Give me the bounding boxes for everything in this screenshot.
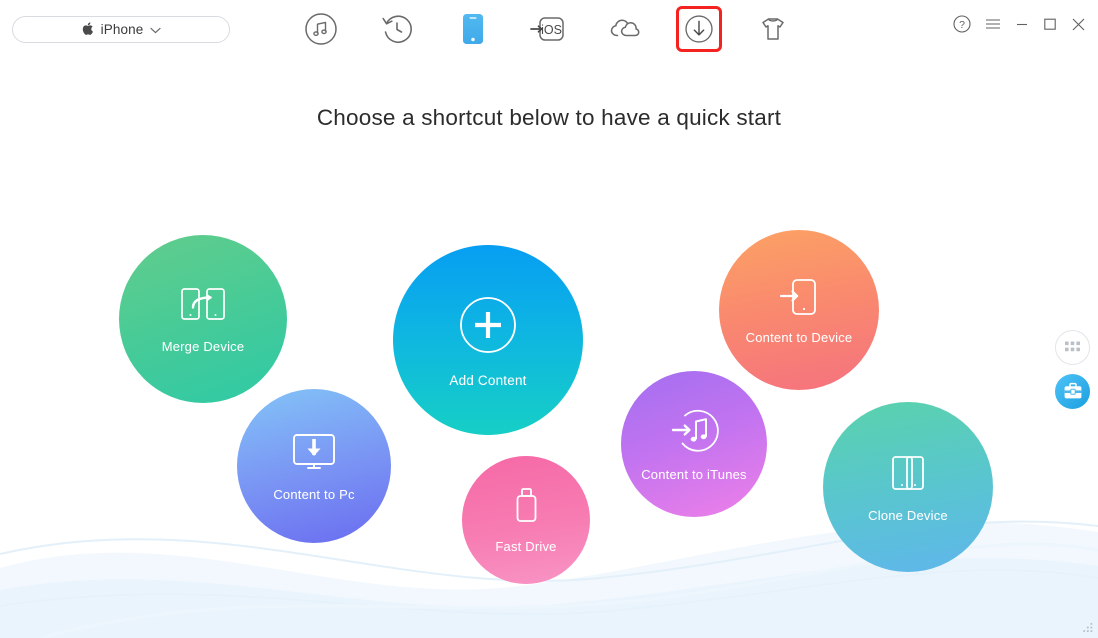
shortcut-content-to-device[interactable]: Content to Device xyxy=(719,230,879,390)
phone-device-icon xyxy=(463,14,483,44)
toolbar-item-music[interactable] xyxy=(296,4,346,54)
merge-device-icon xyxy=(178,284,228,333)
help-circle-icon: ? xyxy=(953,15,971,33)
toolbar-item-cloud[interactable] xyxy=(600,4,650,54)
hamburger-menu-icon xyxy=(986,19,1000,29)
content-to-itunes-icon xyxy=(668,406,720,461)
shortcut-content-to-itunes[interactable]: Content to iTunes xyxy=(621,371,767,517)
shortcut-content-to-pc[interactable]: Content to Pc xyxy=(237,389,391,543)
toolbar-item-toios[interactable]: iOS xyxy=(524,4,574,54)
main-toolbar: iOS xyxy=(296,4,798,54)
add-content-icon xyxy=(455,292,521,363)
apps-grid-button[interactable] xyxy=(1055,330,1090,365)
shortcut-label: Clone Device xyxy=(868,508,948,523)
toolbar-item-device[interactable] xyxy=(448,4,498,54)
toolbar-item-download[interactable] xyxy=(676,6,722,52)
tshirt-icon xyxy=(762,18,784,40)
maximize-button[interactable] xyxy=(1043,17,1057,31)
cloud-icon xyxy=(610,19,640,37)
window-header: iPhone iOS ? xyxy=(0,0,1098,58)
svg-text:iOS: iOS xyxy=(541,23,562,37)
history-clock-icon xyxy=(382,15,412,43)
minimize-icon xyxy=(1017,23,1027,26)
shortcut-label: Add Content xyxy=(449,373,527,388)
shortcut-label: Merge Device xyxy=(161,339,245,354)
apps-grid-icon xyxy=(1065,341,1080,352)
close-icon xyxy=(1072,18,1085,30)
toolbar-item-restore[interactable] xyxy=(372,4,422,54)
maximize-icon xyxy=(1044,18,1056,30)
shortcut-label: Content to Pc xyxy=(273,487,355,502)
shortcut-fast-drive[interactable]: Fast Drive xyxy=(462,456,590,584)
shortcut-label: Content to Device xyxy=(745,330,853,345)
shortcut-add-content[interactable]: Add Content xyxy=(393,245,583,435)
shortcut-label: Content to iTunes xyxy=(641,467,747,482)
content-to-pc-icon xyxy=(288,430,340,481)
toolbox-button[interactable] xyxy=(1055,374,1090,409)
shortcut-label: Fast Drive xyxy=(495,539,557,554)
content-to-device-icon xyxy=(778,275,820,324)
app-window: iPhone iOS ? Choose a shortcut below to … xyxy=(0,0,1098,638)
help-button[interactable]: ? xyxy=(953,15,971,33)
close-button[interactable] xyxy=(1071,17,1086,32)
toolbar-item-ringtone[interactable] xyxy=(748,4,798,54)
clone-device-icon xyxy=(885,451,931,502)
minimize-button[interactable] xyxy=(1015,17,1029,31)
apple-logo-icon xyxy=(81,21,94,38)
usb-drive-icon xyxy=(510,486,542,533)
svg-text:?: ? xyxy=(959,19,965,31)
resize-grip[interactable] xyxy=(1081,621,1095,635)
music-note-circle-icon xyxy=(305,13,337,45)
page-title: Choose a shortcut below to have a quick … xyxy=(316,105,782,130)
device-selector[interactable]: iPhone xyxy=(12,16,230,43)
chevron-down-icon xyxy=(150,21,161,39)
toolbox-icon xyxy=(1064,382,1081,399)
to-ios-icon: iOS xyxy=(530,17,564,41)
menu-button[interactable] xyxy=(985,17,1001,31)
download-arrow-circle-icon xyxy=(685,15,713,43)
window-controls: ? xyxy=(953,15,1086,33)
device-name-label: iPhone xyxy=(100,22,144,37)
shortcut-bubbles: Merge Device Add Content Content to Devi… xyxy=(0,0,1098,638)
shortcut-merge-device[interactable]: Merge Device xyxy=(119,235,287,403)
shortcut-clone-device[interactable]: Clone Device xyxy=(823,402,993,572)
